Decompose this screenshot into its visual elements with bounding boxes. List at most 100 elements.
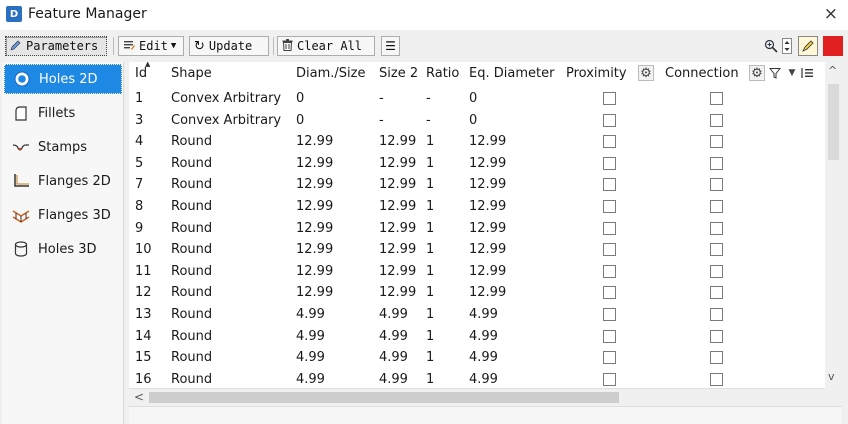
connection-checkbox[interactable] [710,156,723,170]
table-cell: 12.99 [296,263,334,279]
table-cell: Round [171,263,213,279]
connection-checkbox[interactable] [710,221,723,235]
table-row[interactable]: 7 Round 12.99 12.99 1 12.99 [129,174,842,196]
connection-checkbox[interactable] [710,243,723,257]
table-row[interactable]: 5 Round 12.99 12.99 1 12.99 [129,153,842,175]
connection-checkbox[interactable] [710,264,723,278]
table-row[interactable]: 12 Round 12.99 12.99 1 12.99 [129,282,842,304]
connection-checkbox[interactable] [710,113,723,127]
horizontal-scroll-thumb[interactable] [149,392,619,403]
menu-button[interactable]: ☰ [381,36,400,56]
update-button[interactable]: ↻ Update [189,36,269,56]
hamburger-icon: ☰ [385,39,396,53]
table-cell: 1 [426,350,435,366]
table-row[interactable]: 1 Convex Arbitrary 0 - - 0 [129,88,842,110]
filter-icon[interactable] [767,65,783,81]
connection-settings-gear-icon[interactable]: ⚙ [749,65,765,81]
scroll-left-icon[interactable]: < [134,390,144,404]
column-header-eq-diameter[interactable]: Eq. Diameter [469,66,554,81]
connection-checkbox[interactable] [710,200,723,213]
column-header-connection[interactable]: Connection [665,66,739,81]
nav-item-flanges-2d[interactable]: Flanges 2D [4,166,122,196]
table-row[interactable]: 16 Round 4.99 4.99 1 4.99 [129,369,842,388]
connection-checkbox[interactable] [710,372,723,386]
horizontal-scrollbar[interactable]: < [129,388,825,405]
highlighter-icon[interactable] [798,36,818,56]
table-cell: 1 [426,371,435,387]
proximity-checkbox[interactable] [603,200,616,213]
column-header-shape[interactable]: Shape [171,66,212,81]
table-row[interactable]: 15 Round 4.99 4.99 1 4.99 [129,347,842,369]
connection-checkbox[interactable] [710,351,723,365]
table-row[interactable]: 4 Round 12.99 12.99 1 12.99 [129,131,842,153]
column-header-size2[interactable]: Size 2 [379,66,418,81]
nav-label: Stamps [38,139,88,155]
nav-item-holes-2d[interactable]: Holes 2D [4,64,122,94]
vertical-scrollbar[interactable]: ^ v [825,62,842,388]
table-row[interactable]: 10 Round 12.99 12.99 1 12.99 [129,239,842,261]
table-row[interactable]: 8 Round 12.99 12.99 1 12.99 [129,196,842,218]
nav-item-fillets[interactable]: Fillets [4,98,122,128]
table-cell: 4 [135,134,144,150]
close-icon[interactable]: × [824,4,838,24]
table-cell: 12.99 [379,285,417,301]
column-header-proximity[interactable]: Proximity [566,66,627,81]
zoom-icon[interactable] [761,36,781,56]
proximity-checkbox[interactable] [603,221,616,235]
connection-checkbox[interactable] [710,178,723,192]
nav-item-flanges-3d[interactable]: Flanges 3D [4,200,122,230]
proximity-checkbox[interactable] [603,264,616,278]
table-row[interactable]: 11 Round 12.99 12.99 1 12.99 [129,261,842,283]
table-row[interactable]: 13 Round 4.99 4.99 1 4.99 [129,304,842,326]
proximity-checkbox[interactable] [603,178,616,192]
connection-checkbox[interactable] [710,308,723,321]
table-cell: 4.99 [469,371,498,387]
proximity-checkbox[interactable] [603,286,616,300]
title-bar: D Feature Manager × [0,0,848,30]
table-cell: 4.99 [296,328,325,344]
connection-checkbox[interactable] [710,135,723,149]
filter-dropdown-icon[interactable]: ▼ [784,65,800,81]
scroll-up-icon[interactable]: ^ [828,64,837,77]
table-row[interactable]: 3 Convex Arbitrary 0 - - 0 [129,110,842,132]
flange-3d-icon [12,206,30,224]
color-swatch[interactable] [823,36,843,56]
spin-updown-icon[interactable] [780,36,794,56]
connection-checkbox[interactable] [710,286,723,300]
column-header-diam[interactable]: Diam./Size [296,66,365,81]
connection-checkbox[interactable] [710,92,723,105]
proximity-checkbox[interactable] [603,351,616,365]
edit-label: Edit [139,39,168,53]
table-row[interactable]: 9 Round 12.99 12.99 1 12.99 [129,218,842,240]
refresh-icon: ↻ [194,38,205,54]
table-cell: 12.99 [296,285,334,301]
table-cell: 12.99 [469,242,507,258]
scroll-down-icon[interactable]: v [828,370,835,383]
proximity-settings-gear-icon[interactable]: ⚙ [638,65,654,81]
proximity-checkbox[interactable] [603,308,616,321]
toolbar-separator [273,37,274,55]
proximity-checkbox[interactable] [603,92,616,105]
edit-button[interactable]: Edit ▼ [118,36,184,56]
table-cell: Round [171,307,213,322]
edit-list-icon [123,39,135,54]
column-header-id[interactable]: Id [135,66,147,81]
table-row[interactable]: 14 Round 4.99 4.99 1 4.99 [129,326,842,348]
proximity-checkbox[interactable] [603,135,616,149]
column-header-ratio[interactable]: Ratio [426,66,459,81]
nav-item-holes-3d[interactable]: Holes 3D [4,234,122,264]
proximity-checkbox[interactable] [603,243,616,257]
column-chooser-icon[interactable] [799,65,815,81]
table-cell: Round [171,328,213,344]
vertical-scroll-thumb[interactable] [828,84,839,160]
parameters-button[interactable]: Parameters [5,36,107,56]
clear-all-button[interactable]: Clear All [277,36,375,56]
table-cell: 1 [426,220,435,236]
connection-checkbox[interactable] [710,329,723,343]
proximity-checkbox[interactable] [603,156,616,170]
proximity-checkbox[interactable] [603,329,616,343]
proximity-checkbox[interactable] [603,113,616,127]
nav-item-stamps[interactable]: Stamps [4,132,122,162]
proximity-checkbox[interactable] [603,372,616,386]
table-cell: 4.99 [469,350,498,366]
